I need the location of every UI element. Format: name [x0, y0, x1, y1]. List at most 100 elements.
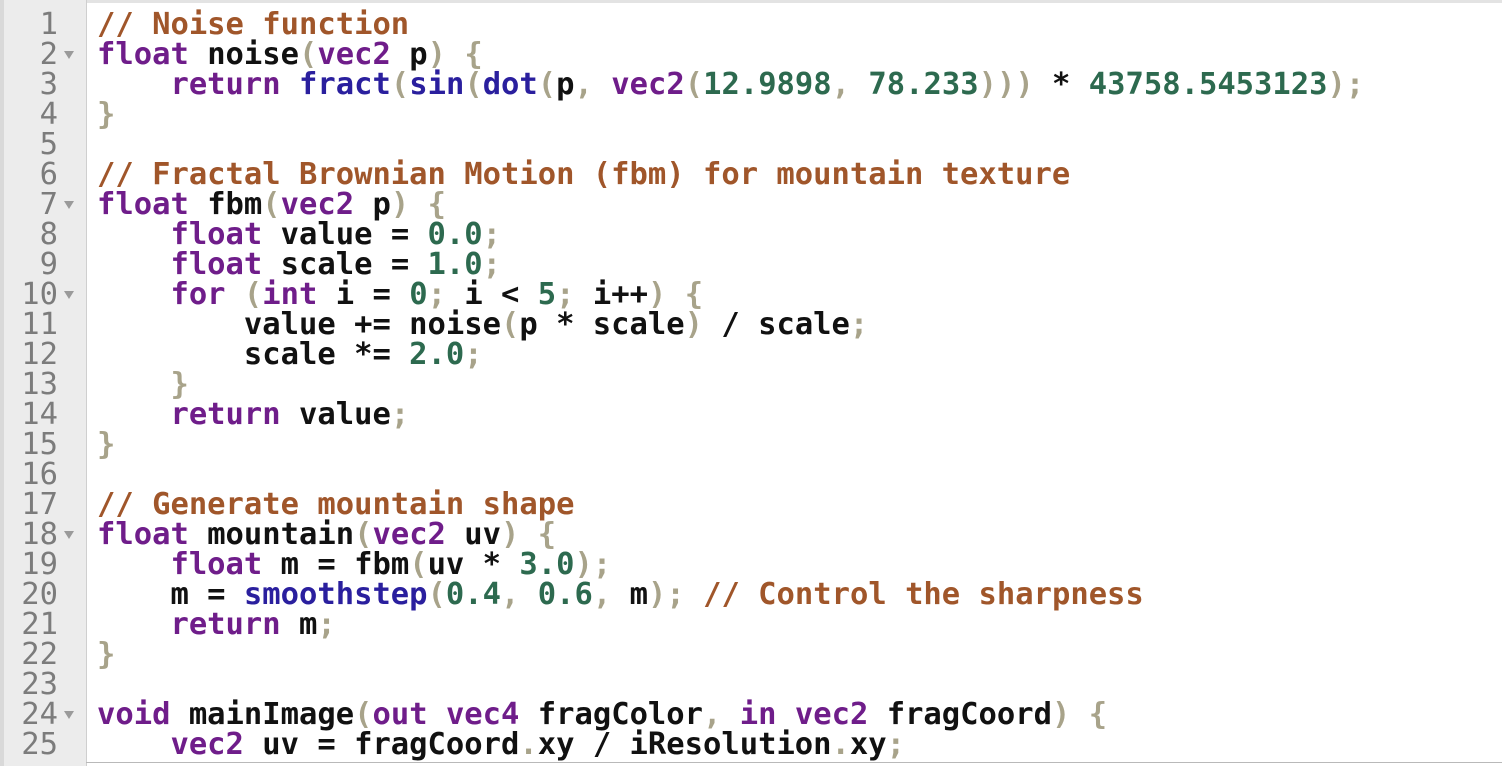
code-line[interactable]: 7 float fbm(vec2 p) {: [0, 187, 1502, 222]
code-text[interactable]: return value;: [97, 397, 410, 432]
code-line[interactable]: 19 float m = fbm(uv * 3.0);: [0, 547, 1502, 582]
code-text[interactable]: float value = 0.0;: [97, 219, 501, 250]
code-text[interactable]: m = smoothstep(0.4, 0.6, m); // Control …: [97, 577, 1144, 612]
code-line[interactable]: 20 m = smoothstep(0.4, 0.6, m); // Contr…: [0, 577, 1502, 612]
code-line[interactable]: 25 vec2 uv = fragCoord.xy / iResolution.…: [0, 727, 1502, 762]
code-line[interactable]: 21 return m;: [0, 607, 1502, 642]
line-number: 13: [21, 367, 58, 402]
code-line[interactable]: 17 // Generate mountain shape: [0, 487, 1502, 522]
code-line[interactable]: 9 float scale = 1.0;: [0, 247, 1502, 282]
code-keyword: vec2: [170, 727, 244, 762]
code-line[interactable]: 23: [0, 667, 1502, 702]
code-editor[interactable]: 1 // Noise function 2 float noise(vec2 p) {…: [0, 0, 1502, 766]
code-text[interactable]: value += noise(p * scale) / scale;: [97, 307, 869, 342]
code-text[interactable]: }: [97, 369, 188, 400]
code-builtin-function: fract: [299, 67, 391, 102]
code-punctuation: ,: [592, 577, 612, 612]
line-number: 7: [39, 187, 58, 222]
code-line[interactable]: 18 float mountain(vec2 uv) {: [0, 519, 1502, 550]
chevron-down-icon[interactable]: [64, 531, 74, 539]
code-text[interactable]: // Noise function: [97, 9, 409, 40]
code-text[interactable]: float scale = 1.0;: [97, 249, 501, 280]
line-number: 24: [21, 697, 58, 732]
code-punctuation: ,: [574, 67, 593, 102]
code-text[interactable]: vec2 uv = fragCoord.xy / iResolution.xy;: [97, 727, 905, 762]
code-line[interactable]: 5: [0, 127, 1502, 162]
code-lines[interactable]: 1 // Noise function 2 float noise(vec2 p) {…: [0, 9, 1502, 762]
code-text[interactable]: return fract(sin(dot(p, vec2(12.9898, 78…: [97, 67, 1364, 102]
code-punctuation: ))): [978, 67, 1034, 102]
editor-bottom-border: [86, 762, 1502, 763]
code-punctuation: .: [519, 727, 538, 762]
code-line[interactable]: 13 }: [0, 367, 1502, 402]
line-number: 2: [39, 37, 58, 72]
line-number: 5: [39, 127, 58, 162]
code-punctuation: (: [500, 307, 520, 342]
code-line[interactable]: 22}: [0, 637, 1502, 672]
line-number: 16: [21, 457, 58, 492]
code-identifier: p: [556, 67, 575, 102]
code-line[interactable]: 16: [0, 457, 1502, 492]
code-identifier: [685, 577, 703, 612]
code-text[interactable]: }: [97, 97, 116, 132]
chevron-down-icon[interactable]: [64, 51, 74, 59]
code-identifier: [97, 727, 170, 762]
chevron-down-icon[interactable]: [64, 201, 74, 209]
editor-top-border: [0, 0, 1502, 3]
code-line[interactable]: 3 return fract(sin(dot(p, vec2(12.9898, …: [0, 67, 1502, 102]
code-text[interactable]: float mountain(vec2 uv) {: [97, 519, 556, 550]
code-text[interactable]: float m = fbm(uv * 3.0);: [97, 549, 611, 580]
line-number: 23: [21, 667, 58, 702]
code-number: 43758.5453123: [1088, 67, 1328, 102]
code-punctuation: ;: [390, 397, 410, 432]
code-line[interactable]: 4}: [0, 97, 1502, 132]
line-number: 21: [21, 607, 58, 642]
chevron-down-icon[interactable]: [64, 711, 74, 719]
code-line[interactable]: 8 float value = 0.0;: [0, 217, 1502, 252]
code-identifier: xy: [849, 727, 887, 762]
code-punctuation: (: [390, 67, 410, 102]
code-number: 78.233: [868, 67, 979, 102]
code-line[interactable]: 12 scale *= 2.0;: [0, 337, 1502, 372]
code-line[interactable]: 1 // Noise function: [0, 9, 1502, 40]
line-number: 8: [39, 217, 58, 252]
code-punctuation: (: [464, 67, 483, 102]
code-line[interactable]: 15}: [0, 429, 1502, 460]
code-text[interactable]: void mainImage(out vec4 fragColor, in ve…: [97, 697, 1108, 732]
code-line[interactable]: 24 void mainImage(out vec4 fragColor, in …: [0, 697, 1502, 732]
code-text[interactable]: scale *= 2.0;: [97, 337, 483, 372]
code-text[interactable]: float fbm(vec2 p) {: [97, 189, 446, 220]
code-line[interactable]: 10 for (int i = 0; i < 5; i++) {: [0, 279, 1502, 310]
code-keyword: vec2: [611, 67, 685, 102]
code-comment: // Control the sharpness: [703, 577, 1144, 612]
line-number: 3: [39, 67, 58, 102]
code-line[interactable]: 14 return value;: [0, 397, 1502, 432]
code-identifier: xy / iResolution: [537, 727, 832, 762]
code-punctuation: ;: [849, 307, 869, 342]
line-number: 17: [21, 487, 58, 522]
code-text[interactable]: for (int i = 0; i < 5; i++) {: [97, 279, 703, 310]
code-punctuation: (: [537, 67, 557, 102]
code-keyword: return: [170, 67, 281, 102]
line-number: 19: [21, 547, 58, 582]
line-number: 11: [21, 307, 58, 342]
code-line[interactable]: 11 value += noise(p * scale) / scale;: [0, 307, 1502, 342]
code-text[interactable]: return m;: [97, 607, 335, 642]
chevron-down-icon[interactable]: [64, 291, 74, 299]
code-text[interactable]: float noise(vec2 p) {: [97, 39, 483, 70]
code-punctuation: }: [97, 97, 116, 132]
code-text[interactable]: }: [97, 429, 115, 460]
code-text[interactable]: // Fractal Brownian Motion (fbm) for mou…: [97, 159, 1070, 190]
code-text[interactable]: // Generate mountain shape: [97, 489, 574, 520]
line-number: 12: [21, 337, 58, 372]
code-number: 0.4: [445, 577, 502, 612]
line-number: 22: [21, 637, 58, 672]
code-identifier: uv = fragCoord: [243, 727, 520, 762]
line-number: 9: [39, 247, 58, 282]
code-number: 2.0: [409, 337, 465, 372]
code-identifier: m: [280, 607, 318, 642]
code-line[interactable]: 6 // Fractal Brownian Motion (fbm) for mo…: [0, 159, 1502, 190]
code-text[interactable]: }: [97, 639, 115, 670]
code-punctuation: {: [1088, 697, 1108, 732]
code-line[interactable]: 2 float noise(vec2 p) {: [0, 37, 1502, 72]
